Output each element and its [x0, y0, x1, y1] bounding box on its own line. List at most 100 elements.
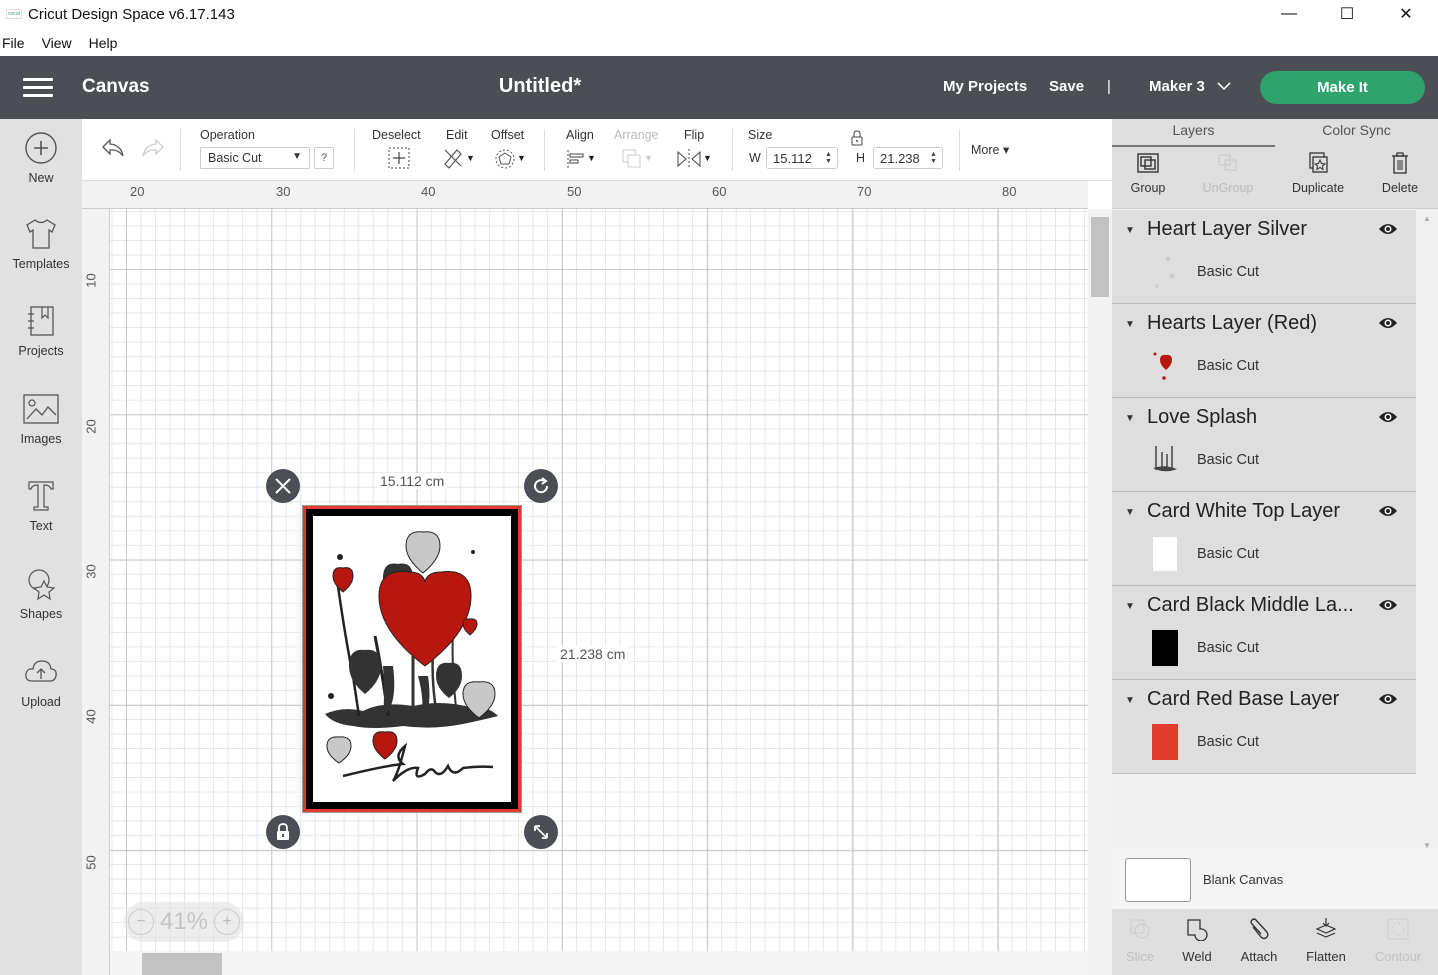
expand-triangle-icon[interactable]: ▼	[1125, 413, 1135, 424]
align-dropdown[interactable]: ▼	[567, 150, 596, 173]
slice-button[interactable]: Slice	[1110, 917, 1170, 964]
my-projects-link[interactable]: My Projects	[943, 78, 1027, 95]
scroll-up-icon[interactable]: ▲	[1423, 214, 1431, 223]
ungroup-button[interactable]: UnGroup	[1193, 151, 1263, 195]
minimize-button[interactable]: —	[1260, 0, 1318, 28]
expand-triangle-icon[interactable]: ▼	[1125, 601, 1135, 612]
undo-icon[interactable]	[100, 137, 126, 159]
align-icon	[567, 150, 584, 168]
save-link[interactable]: Save	[1049, 78, 1084, 95]
layer-item[interactable]: ▼ Card White Top Layer Basic Cut	[1112, 492, 1416, 586]
sidebar-label: Templates	[12, 257, 70, 271]
blank-canvas-swatch[interactable]	[1125, 858, 1191, 902]
group-icon	[1137, 153, 1159, 173]
lock-proportions-handle[interactable]	[266, 815, 300, 849]
resize-handle[interactable]	[524, 815, 558, 849]
action-label: Group	[1130, 181, 1166, 195]
sidebar-item-new[interactable]: New	[0, 131, 82, 185]
deselect-icon[interactable]	[388, 147, 410, 169]
tab-color-sync[interactable]: Color Sync	[1275, 119, 1438, 147]
layer-item[interactable]: ▼ Card Black Middle La... Basic Cut	[1112, 586, 1416, 680]
height-value: 21.238	[880, 151, 920, 166]
visibility-eye-icon[interactable]	[1378, 692, 1398, 706]
visibility-eye-icon[interactable]	[1378, 410, 1398, 424]
close-window-button[interactable]: ✕	[1377, 0, 1435, 28]
action-label: Flatten	[1306, 949, 1346, 964]
layer-item[interactable]: ▼ Hearts Layer (Red) Basic Cut	[1112, 304, 1416, 398]
delete-button[interactable]: Delete	[1365, 151, 1435, 195]
layer-name: Card White Top Layer	[1147, 500, 1341, 522]
edit-dropdown[interactable]: ▼	[442, 147, 475, 174]
machine-select[interactable]: Maker 3	[1149, 78, 1231, 95]
ruler-label: 70	[857, 184, 872, 199]
visibility-eye-icon[interactable]	[1378, 222, 1398, 236]
action-label: Attach	[1240, 949, 1278, 964]
expand-triangle-icon[interactable]: ▼	[1125, 507, 1135, 518]
expand-triangle-icon[interactable]: ▼	[1125, 319, 1135, 330]
tab-layers[interactable]: Layers	[1112, 119, 1275, 147]
rotate-handle[interactable]	[524, 469, 558, 503]
more-dropdown[interactable]: More ▾	[971, 142, 1009, 157]
duplicate-button[interactable]: Duplicate	[1283, 151, 1353, 195]
zoom-out-button[interactable]: −	[128, 909, 154, 935]
layers-scrollbar[interactable]: ▲ ▼	[1416, 210, 1438, 850]
header-divider: |	[1107, 78, 1111, 95]
menu-view[interactable]: View	[42, 35, 72, 51]
app-header: Canvas Untitled* My Projects Save | Make…	[0, 56, 1438, 119]
attach-button[interactable]: Attach	[1229, 917, 1289, 964]
menu-file[interactable]: File	[2, 35, 25, 51]
expand-triangle-icon[interactable]: ▼	[1125, 225, 1135, 236]
visibility-eye-icon[interactable]	[1378, 504, 1398, 518]
close-icon	[275, 478, 291, 494]
align-label: Align	[566, 128, 594, 142]
visibility-eye-icon[interactable]	[1378, 316, 1398, 330]
blank-canvas-item[interactable]: Blank Canvas	[1112, 848, 1438, 910]
weld-button[interactable]: Weld	[1167, 917, 1227, 964]
width-stepper-icon[interactable]: ▲ ▼	[825, 151, 833, 165]
zoom-in-button[interactable]: +	[213, 909, 240, 935]
sidebar-item-text[interactable]: Text	[0, 479, 82, 533]
contour-button[interactable]: Contour	[1364, 917, 1432, 964]
layer-name: Card Red Base Layer	[1147, 688, 1340, 710]
redo-icon[interactable]	[140, 137, 166, 159]
make-it-button[interactable]: Make It	[1260, 71, 1425, 104]
action-label: Slice	[1125, 949, 1155, 964]
section-title: Canvas	[82, 76, 150, 97]
window-title: Cricut Design Space v6.17.143	[28, 5, 235, 23]
width-input[interactable]: 15.112 ▲ ▼	[766, 147, 838, 169]
layer-item[interactable]: ▼ Love Splash Basic Cut	[1112, 398, 1416, 492]
title-bar: cricut Cricut Design Space v6.17.143 — ☐…	[0, 0, 1438, 28]
layer-item[interactable]: ▼ Heart Layer Silver Basic Cut	[1112, 210, 1416, 304]
ruler-label: 60	[712, 184, 727, 199]
sidebar-item-upload[interactable]: Upload	[0, 655, 82, 709]
offset-dropdown[interactable]: ▼	[495, 149, 526, 174]
lock-ratio-icon[interactable]	[850, 130, 864, 146]
menu-help[interactable]: Help	[89, 35, 118, 51]
scrollbar-thumb[interactable]	[1091, 217, 1109, 297]
sidebar-item-projects[interactable]: Projects	[0, 304, 82, 358]
sidebar-item-images[interactable]: Images	[0, 392, 82, 446]
operation-help-button[interactable]: ?	[314, 147, 334, 169]
design-canvas[interactable]	[110, 209, 1088, 951]
visibility-eye-icon[interactable]	[1378, 598, 1398, 612]
layer-item[interactable]: ▼ Card Red Base Layer Basic Cut	[1112, 680, 1416, 774]
maximize-button[interactable]: ☐	[1318, 0, 1376, 28]
flip-dropdown[interactable]: ▼	[677, 149, 712, 174]
sidebar-item-templates[interactable]: Templates	[0, 217, 82, 271]
expand-triangle-icon[interactable]: ▼	[1125, 695, 1135, 706]
arrange-dropdown[interactable]: ▼	[622, 149, 653, 174]
group-button[interactable]: Group	[1113, 151, 1183, 195]
canvas-horizontal-scrollbar[interactable]	[110, 951, 1088, 975]
height-input[interactable]: 21.238 ▲ ▼	[873, 147, 943, 169]
action-label: Contour	[1374, 949, 1422, 964]
card-white-layer	[313, 516, 511, 802]
delete-selection-handle[interactable]	[266, 469, 300, 503]
hamburger-menu-icon[interactable]	[23, 78, 53, 98]
sidebar-item-shapes[interactable]: Shapes	[0, 567, 82, 621]
flatten-button[interactable]: Flatten	[1296, 917, 1356, 964]
card-design-group[interactable]	[302, 505, 522, 813]
canvas-vertical-scrollbar[interactable]	[1088, 209, 1112, 975]
scrollbar-thumb[interactable]	[142, 953, 222, 975]
operation-select[interactable]: Basic Cut ▼	[200, 147, 310, 169]
height-stepper-icon[interactable]: ▲ ▼	[930, 151, 938, 165]
